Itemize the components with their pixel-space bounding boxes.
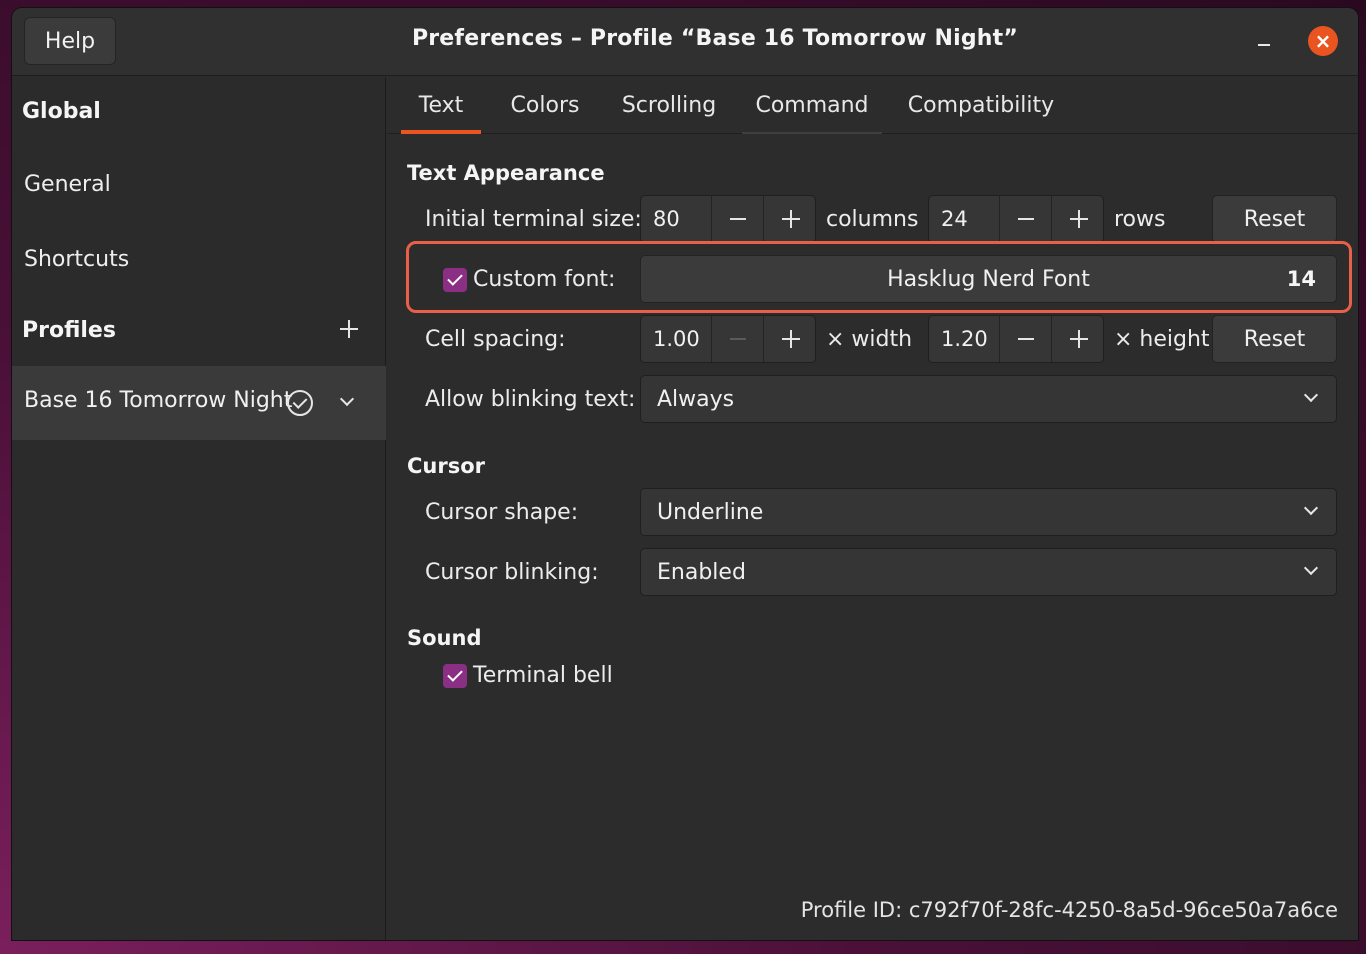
cell-width-unit: × width (826, 327, 913, 352)
profile-name: Base 16 Tomorrow Night (24, 388, 293, 413)
cell-width-decrement-button[interactable] (711, 316, 763, 362)
chevron-down-icon (1303, 560, 1319, 576)
plus-icon (1070, 330, 1088, 348)
cell-spacing-label: Cell spacing: (425, 327, 566, 352)
cursor-blinking-value: Enabled (657, 560, 746, 585)
add-profile-button[interactable] (336, 316, 362, 342)
section-title-cursor: Cursor (407, 454, 486, 478)
minimize-button[interactable] (1250, 26, 1278, 54)
font-chooser-button[interactable]: Hasklug Nerd Font 14 (640, 255, 1337, 303)
header-bar: Help Preferences – Profile “Base 16 Tomo… (12, 8, 1358, 76)
columns-increment-button[interactable] (763, 196, 815, 242)
blinking-text-value: Always (657, 387, 735, 412)
preferences-window: Help Preferences – Profile “Base 16 Tomo… (12, 8, 1358, 940)
tab-compatibility[interactable]: Compatibility (899, 77, 1063, 134)
cell-width-stepper[interactable]: 1.00 (640, 315, 816, 363)
minimize-icon (1258, 44, 1270, 46)
close-icon: × (1314, 29, 1332, 53)
font-name: Hasklug Nerd Font (887, 267, 1090, 292)
rows-stepper[interactable]: 24 (928, 195, 1104, 243)
cursor-blinking-label: Cursor blinking: (425, 560, 599, 585)
sidebar-item-shortcuts[interactable]: Shortcuts (24, 247, 129, 272)
cursor-shape-select[interactable]: Underline (640, 488, 1337, 536)
columns-decrement-button[interactable] (711, 196, 763, 242)
plus-icon (1070, 210, 1088, 228)
tab-text[interactable]: Text (401, 77, 481, 134)
columns-unit: columns (826, 207, 919, 232)
profile-id: Profile ID: c792f70f-28fc-4250-8a5d-96ce… (800, 898, 1338, 922)
section-title-text-appearance: Text Appearance (407, 161, 605, 185)
minus-icon (1018, 218, 1034, 220)
initial-size-label: Initial terminal size: (425, 207, 642, 232)
rows-decrement-button[interactable] (999, 196, 1051, 242)
plus-icon (782, 210, 800, 228)
sidebar-heading-global: Global (22, 99, 101, 124)
custom-font-checkbox[interactable] (443, 268, 467, 292)
reset-size-button[interactable]: Reset (1212, 195, 1337, 243)
chevron-down-icon (1303, 387, 1319, 403)
main-panel: Text Colors Scrolling Command Compatibil… (387, 77, 1358, 940)
check-circle-icon (287, 390, 313, 416)
cell-width-value[interactable]: 1.00 (653, 327, 700, 351)
tab-bar: Text Colors Scrolling Command Compatibil… (387, 77, 1358, 134)
rows-increment-button[interactable] (1051, 196, 1103, 242)
columns-value[interactable]: 80 (653, 207, 680, 231)
close-button[interactable]: × (1308, 26, 1338, 56)
cursor-shape-value: Underline (657, 500, 764, 525)
window-title: Preferences – Profile “Base 16 Tomorrow … (411, 26, 1019, 51)
cell-height-value[interactable]: 1.20 (941, 327, 988, 351)
chevron-down-icon (1303, 500, 1319, 516)
section-title-sound: Sound (407, 626, 482, 650)
terminal-bell-label: Terminal bell (473, 663, 613, 688)
minus-icon (730, 218, 746, 220)
blinking-text-select[interactable]: Always (640, 375, 1337, 423)
cursor-shape-label: Cursor shape: (425, 500, 579, 525)
custom-font-label: Custom font: (473, 267, 616, 292)
rows-unit: rows (1114, 207, 1166, 232)
reset-spacing-button[interactable]: Reset (1212, 315, 1337, 363)
cell-width-increment-button[interactable] (763, 316, 815, 362)
sidebar: Global General Shortcuts Profiles Base 1… (12, 77, 386, 940)
terminal-bell-checkbox[interactable] (443, 664, 467, 688)
columns-stepper[interactable]: 80 (640, 195, 816, 243)
sidebar-item-general[interactable]: General (24, 172, 111, 197)
cursor-blinking-select[interactable]: Enabled (640, 548, 1337, 596)
cell-height-stepper[interactable]: 1.20 (928, 315, 1104, 363)
sidebar-heading-profiles: Profiles (22, 318, 116, 343)
sidebar-item-profile[interactable]: Base 16 Tomorrow Night (12, 366, 386, 440)
minus-icon (1018, 338, 1034, 340)
plus-icon (782, 330, 800, 348)
rows-value[interactable]: 24 (941, 207, 968, 231)
chevron-down-icon[interactable] (339, 391, 355, 407)
tab-scrolling[interactable]: Scrolling (609, 77, 729, 134)
cell-height-decrement-button[interactable] (999, 316, 1051, 362)
tab-colors[interactable]: Colors (497, 77, 593, 134)
minus-icon (730, 338, 746, 340)
cell-height-unit: × height (1114, 327, 1210, 352)
tab-command[interactable]: Command (742, 77, 882, 134)
blinking-text-label: Allow blinking text: (425, 387, 636, 412)
cell-height-increment-button[interactable] (1051, 316, 1103, 362)
font-size: 14 (1286, 267, 1316, 291)
